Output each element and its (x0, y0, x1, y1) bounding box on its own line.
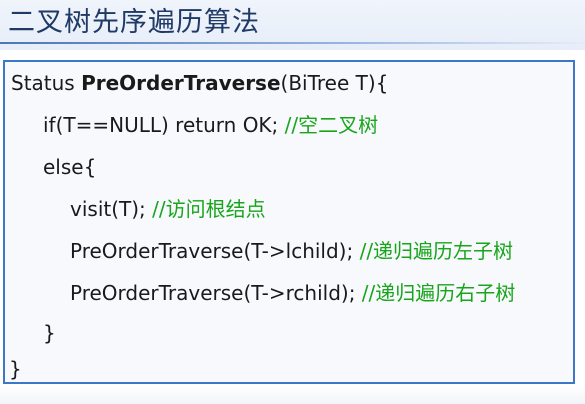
title-underline (0, 42, 585, 44)
code-text: else{ (43, 155, 97, 179)
code-comment: //空二叉树 (284, 113, 379, 137)
title-banner: 二叉树先序遍历算法 (0, 0, 585, 50)
bottom-shadow (0, 386, 585, 404)
code-line-8: } (9, 356, 22, 382)
code-comment: //访问根结点 (152, 197, 266, 221)
code-text: } (9, 357, 22, 381)
function-name: PreOrderTraverse (81, 71, 281, 95)
code-box: Status PreOrderTraverse(BiTree T){ if(T=… (3, 60, 575, 384)
code-comment: //递归遍历右子树 (361, 281, 516, 305)
code-line-6: PreOrderTraverse(T->rchild); //递归遍历右子树 (70, 280, 515, 306)
page-title: 二叉树先序遍历算法 (8, 7, 260, 38)
function-signature: (BiTree T){ (280, 71, 389, 95)
code-line-5: PreOrderTraverse(T->lchild); //递归遍历左子树 (70, 238, 513, 264)
code-line-1: Status PreOrderTraverse(BiTree T){ (11, 70, 388, 96)
code-line-7: } (43, 320, 56, 346)
code-text: } (43, 321, 56, 345)
code-text: visit(T); (70, 197, 153, 221)
code-comment: //递归遍历左子树 (359, 239, 514, 263)
code-text: PreOrderTraverse(T->lchild); (70, 239, 360, 263)
code-text: if(T==NULL) return OK; (43, 113, 285, 137)
code-keyword: Status (11, 71, 82, 95)
code-line-2: if(T==NULL) return OK; //空二叉树 (43, 112, 378, 138)
code-line-3: else{ (43, 154, 96, 180)
code-line-4: visit(T); //访问根结点 (70, 196, 266, 222)
code-text: PreOrderTraverse(T->rchild); (70, 281, 362, 305)
